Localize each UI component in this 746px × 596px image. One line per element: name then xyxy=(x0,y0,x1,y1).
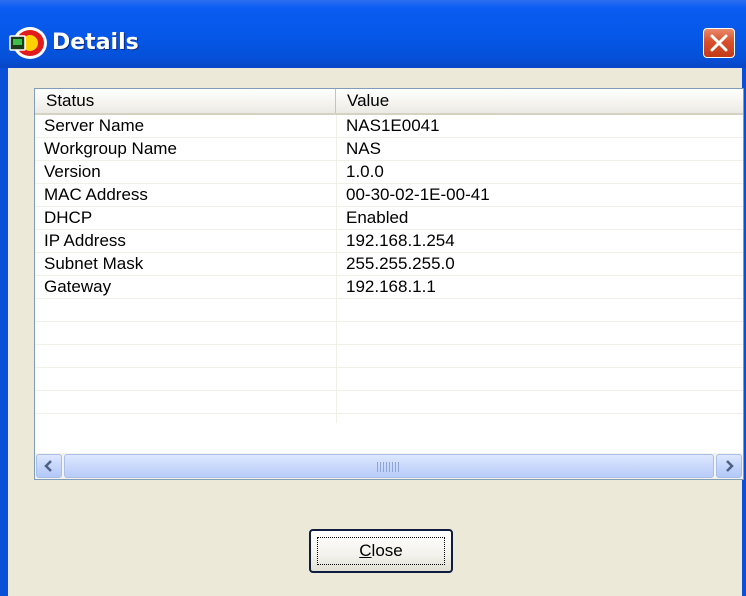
close-label-rest: lose xyxy=(371,541,403,560)
empty-row[interactable] xyxy=(35,391,743,414)
scroll-right-button[interactable] xyxy=(716,454,742,478)
row-value: 192.168.1.1 xyxy=(346,277,436,296)
close-x-icon xyxy=(710,34,728,52)
row-status: MAC Address xyxy=(44,185,148,204)
title-close-button[interactable] xyxy=(703,28,735,58)
arrow-right-icon xyxy=(726,460,734,472)
table-row[interactable]: Server Name NAS1E0041 xyxy=(35,115,743,138)
row-status: Gateway xyxy=(44,277,112,296)
row-value: 192.168.1.254 xyxy=(346,231,455,250)
row-value: NAS xyxy=(346,139,381,158)
table-row[interactable]: Version 1.0.0 xyxy=(35,161,743,184)
row-status: IP Address xyxy=(44,231,126,250)
app-icon xyxy=(9,27,47,59)
row-status: DHCP xyxy=(44,208,93,227)
table-row[interactable]: Workgroup Name NAS xyxy=(35,138,743,161)
row-value: 1.0.0 xyxy=(346,162,384,181)
close-button[interactable]: Close xyxy=(309,529,453,573)
list-header: Status Value xyxy=(35,89,743,115)
row-value: 00-30-02-1E-00-41 xyxy=(346,185,490,204)
column-header-status[interactable]: Status xyxy=(35,89,336,113)
horizontal-scrollbar[interactable] xyxy=(35,453,743,479)
column-header-value[interactable]: Value xyxy=(336,89,743,113)
window-title: Details xyxy=(52,30,139,55)
row-value: Enabled xyxy=(346,208,409,227)
row-value: NAS1E0041 xyxy=(346,116,440,135)
close-button-label: Close xyxy=(311,541,451,561)
row-status: Subnet Mask xyxy=(44,254,144,273)
table-row[interactable]: IP Address 192.168.1.254 xyxy=(35,230,743,253)
grip-icon xyxy=(377,462,399,472)
row-value: 255.255.255.0 xyxy=(346,254,455,273)
row-status: Server Name xyxy=(44,116,145,135)
scroll-thumb[interactable] xyxy=(64,454,714,478)
title-bar[interactable]: Details xyxy=(0,0,746,68)
close-accel-key: C xyxy=(359,541,372,560)
table-row[interactable]: Subnet Mask 255.255.255.0 xyxy=(35,253,743,276)
empty-row[interactable] xyxy=(35,345,743,368)
table-row[interactable]: MAC Address 00-30-02-1E-00-41 xyxy=(35,184,743,207)
scroll-left-button[interactable] xyxy=(36,454,62,478)
table-row[interactable]: DHCP Enabled xyxy=(35,207,743,230)
dialog-client-area: Status Value Server Name NAS1E0041 Workgro… xyxy=(8,68,744,596)
empty-row[interactable] xyxy=(35,322,743,345)
dialog-window: Details Status Value Server Name NAS1E004… xyxy=(0,0,746,596)
arrow-left-icon xyxy=(44,460,52,472)
empty-row[interactable] xyxy=(35,368,743,391)
empty-row[interactable] xyxy=(35,299,743,322)
row-status: Workgroup Name xyxy=(44,139,177,158)
table-row[interactable]: Gateway 192.168.1.1 xyxy=(35,276,743,299)
details-listview[interactable]: Status Value Server Name NAS1E0041 Workgro… xyxy=(34,88,744,480)
row-status: Version xyxy=(44,162,101,181)
